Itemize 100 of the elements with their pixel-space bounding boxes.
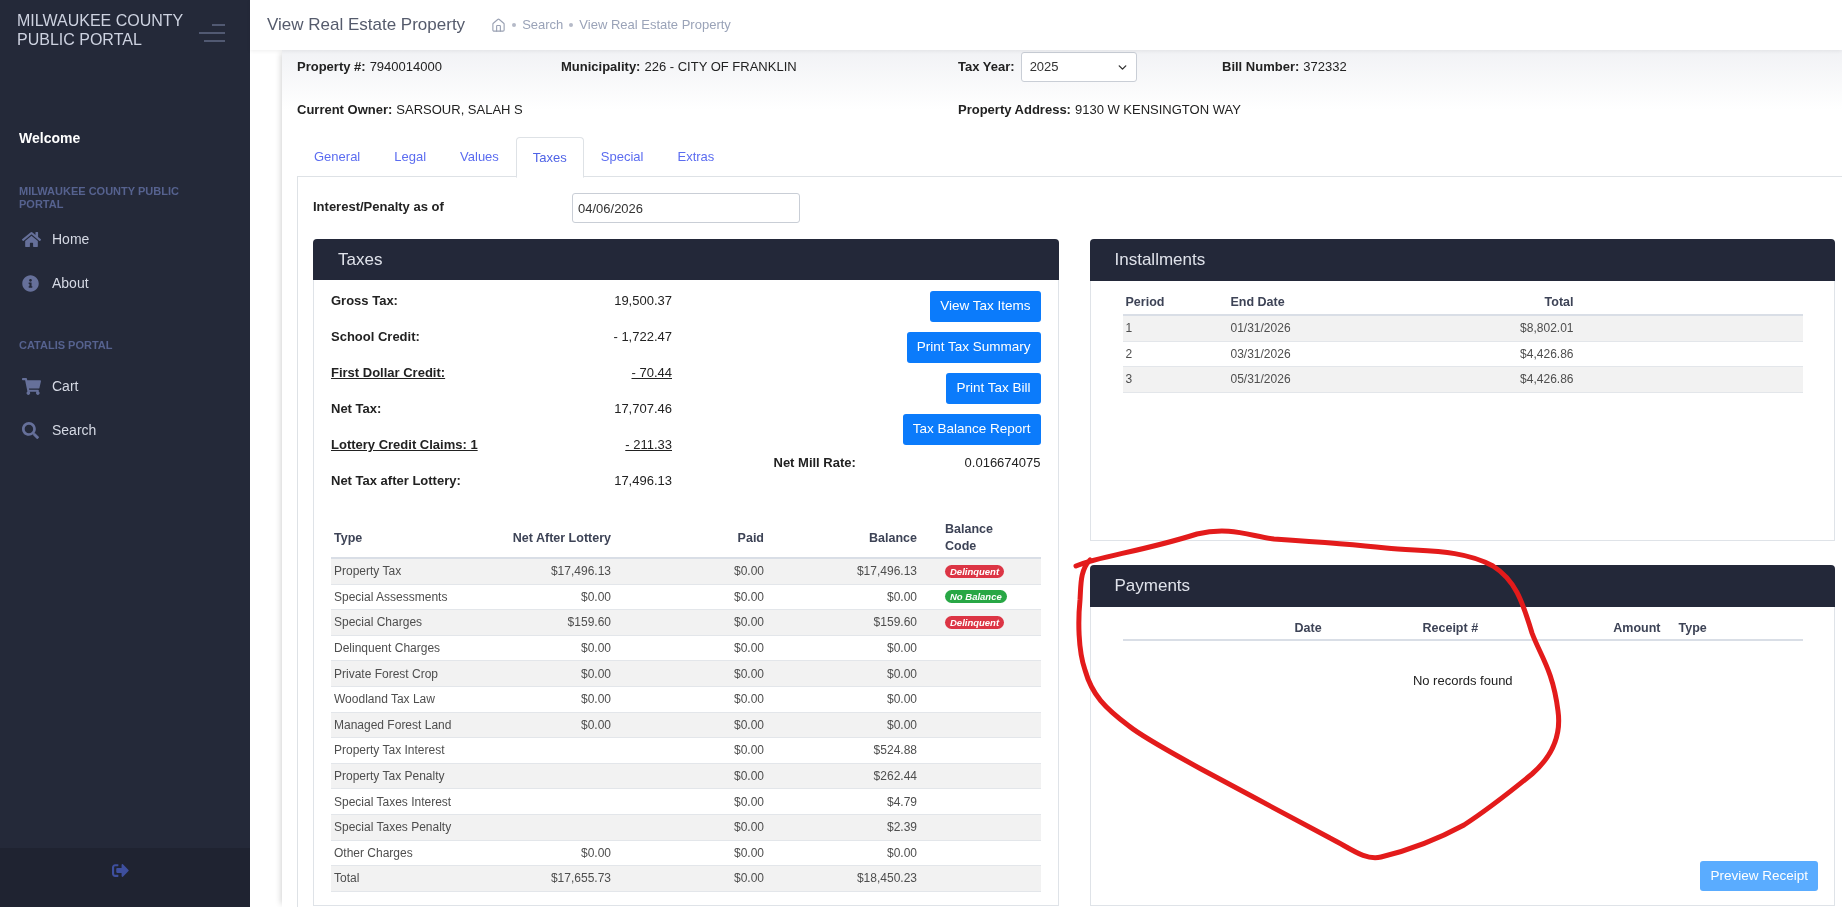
welcome-text: Welcome [19, 130, 82, 147]
breadcrumb-separator-icon [569, 23, 574, 27]
table-cell-text: $17,496.13 [856, 563, 917, 581]
table-cell-text: $524.88 [873, 742, 917, 760]
nav-item[interactable]: Home [0, 217, 250, 261]
exit-arrow-icon[interactable] [111, 862, 129, 879]
portal-title: MILWAUKEE COUNTY PUBLIC PORTAL [17, 11, 184, 49]
summary-link[interactable]: Lottery Credit Claims: 1 [331, 437, 478, 453]
table-cell-text: $0.00 [886, 844, 917, 862]
table-cell-text: 3 [1125, 371, 1133, 389]
table-cell-text: $0.00 [733, 588, 764, 606]
table-cell-text: $159.60 [567, 614, 611, 632]
summary-value: 17,707.46 [614, 401, 672, 417]
summary-value[interactable]: - 211.33 [625, 437, 672, 453]
column-header: Type [334, 529, 363, 547]
table-cell-text: 2 [1125, 345, 1133, 363]
table-cell-text: Special Charges [334, 614, 423, 632]
panel-header: Taxes [313, 239, 1059, 280]
nav-section-heading: MILWAUKEE COUNTY PUBLIC PORTAL [19, 185, 180, 211]
table-cell-text: $0.00 [733, 742, 764, 760]
column-header: Type [1678, 619, 1707, 637]
table-cell-text: $2.39 [886, 819, 917, 837]
breadcrumb-link[interactable]: Search [522, 15, 564, 35]
column-header: Net After Lottery [512, 529, 611, 547]
table-cell-text: $0.00 [733, 665, 764, 683]
tab[interactable]: Taxes [515, 137, 584, 178]
table-cell-text: $0.00 [733, 768, 764, 786]
summary-label: Gross Tax: [331, 293, 398, 309]
summary-value[interactable]: - 70.44 [631, 365, 672, 381]
table-cell-text: $0.00 [733, 716, 764, 734]
status-badge: Delinquent [945, 616, 1005, 629]
table-cell-text: Private Forest Crop [334, 665, 439, 683]
table-cell-text: $4.79 [886, 793, 917, 811]
table-cell-text: $18,450.23 [856, 870, 917, 888]
table-cell-text: Special Taxes Interest [334, 793, 452, 811]
table-cell-text: Managed Forest Land [334, 716, 452, 734]
home-icon[interactable] [491, 17, 507, 33]
table-cell-text: $8,802.01 [1520, 320, 1574, 338]
tab[interactable]: Extras [660, 137, 732, 177]
field-label: Property #: [297, 58, 366, 77]
field-value: 226 - CITY OF FRANKLIN [644, 58, 797, 77]
table-cell-text: $17,496.13 [550, 563, 611, 581]
column-header: Balance [869, 529, 917, 547]
breadcrumb-current: View Real Estate Property [579, 16, 731, 35]
field-label: Property Address: [958, 101, 1071, 120]
summary-label: Net Tax after Lottery: [331, 473, 461, 489]
table-cell-text: $0.00 [733, 563, 764, 581]
action-button[interactable]: Tax Balance Report [902, 414, 1041, 445]
breadcrumb-separator-icon [512, 23, 517, 27]
panel-header: Payments [1089, 565, 1835, 607]
home-icon [22, 230, 41, 248]
action-button[interactable]: View Tax Items [930, 291, 1041, 322]
field-value: SARSOUR, SALAH S [396, 101, 523, 120]
column-header: Balance Code [945, 521, 994, 555]
field-value: 372332 [1303, 58, 1347, 77]
tab[interactable]: General [297, 137, 378, 177]
table-cell-text: $17,655.73 [550, 870, 611, 888]
tab[interactable]: Special [583, 137, 661, 177]
nav-item[interactable]: Search [0, 408, 250, 452]
table-cell-text: $4,426.86 [1520, 345, 1574, 363]
column-header: Paid [737, 529, 764, 547]
table-cell-text: 05/31/2026 [1230, 371, 1291, 389]
field-label: Bill Number: [1222, 58, 1300, 77]
action-button[interactable]: Print Tax Summary [906, 332, 1041, 363]
search-icon [22, 421, 39, 439]
table-cell-text: $0.00 [580, 716, 611, 734]
cart-icon [22, 377, 41, 395]
field-value: 7940014000 [369, 58, 442, 77]
summary-label: School Credit: [331, 329, 420, 345]
column-header: Date [1294, 619, 1322, 637]
table-cell-text: Property Tax Penalty [334, 768, 445, 786]
table-cell-text: $0.00 [733, 640, 764, 658]
interest-penalty-label: Interest/Penalty as of [313, 198, 445, 216]
table-cell-text: $0.00 [733, 614, 764, 632]
date-input[interactable]: 04/06/2026 [572, 193, 800, 223]
tax-year-select[interactable]: 2025 [1020, 52, 1137, 82]
menu-icon[interactable] [199, 24, 225, 42]
table-cell-text: Special Assessments [334, 588, 448, 606]
tab[interactable]: Values [443, 137, 516, 177]
table-cell-text: $0.00 [886, 716, 917, 734]
field-label: Current Owner: [297, 101, 393, 120]
status-badge: Delinquent [945, 564, 1005, 578]
table-cell-text: $0.00 [733, 691, 764, 709]
table-cell-text: Total [334, 870, 360, 888]
mill-rate-label: Net Mill Rate: [773, 455, 856, 471]
table-cell-text: $0.00 [580, 844, 611, 862]
table-cell-text: $0.00 [886, 588, 917, 606]
tab[interactable]: Legal [377, 137, 444, 177]
panel-header: Installments [1089, 239, 1835, 281]
field-value: 9130 W KENSINGTON WAY [1074, 101, 1241, 120]
table-cell-text: Special Taxes Penalty [334, 819, 452, 837]
summary-link[interactable]: First Dollar Credit: [331, 365, 446, 381]
nav-item[interactable]: Cart [0, 364, 250, 408]
table-cell-text: $0.00 [886, 640, 917, 658]
table-cell-text: 1 [1125, 320, 1133, 338]
field-label: Tax Year: [958, 58, 1015, 77]
nav-item[interactable]: About [0, 261, 250, 305]
action-button[interactable]: Print Tax Bill [946, 373, 1041, 404]
summary-value: 19,500.37 [614, 293, 672, 309]
column-header: Period [1125, 293, 1165, 311]
